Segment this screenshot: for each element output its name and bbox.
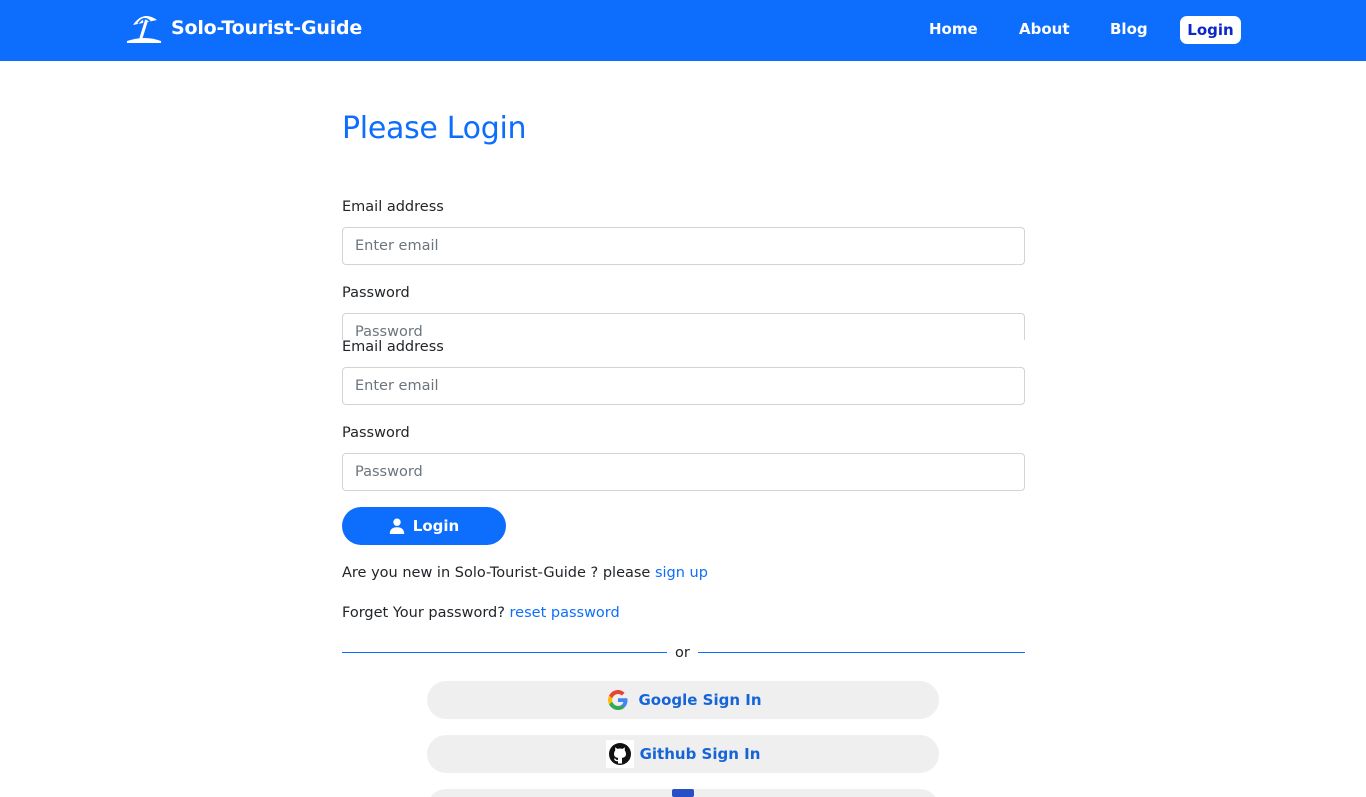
google-icon [608, 690, 628, 710]
ghost-password-label: Password [342, 285, 410, 301]
brand-name: Solo-Tourist-Guide [171, 17, 363, 39]
nav-home-link[interactable]: Home [929, 20, 978, 38]
ghost-password-input[interactable] [342, 313, 1025, 340]
reset-password-link[interactable]: reset password [510, 605, 620, 621]
password-label: Password [342, 425, 410, 441]
email-label: Email address [342, 339, 444, 355]
third-sign-in-button[interactable] [427, 789, 939, 797]
ghost-email-input[interactable] [342, 227, 1025, 265]
reset-prompt: Forget Your password? reset password [342, 605, 620, 621]
email-input[interactable] [342, 367, 1025, 405]
login-button[interactable]: Login [342, 507, 506, 545]
divider-left [342, 652, 667, 653]
reset-prompt-text: Forget Your password? [342, 605, 510, 621]
password-input[interactable] [342, 453, 1025, 491]
github-sign-in-button[interactable]: Github Sign In [427, 735, 939, 773]
nav-blog-link[interactable]: Blog [1110, 20, 1148, 38]
google-sign-in-button[interactable]: Google Sign In [427, 681, 939, 719]
signup-prompt-text: Are you new in Solo-Tourist-Guide ? plea… [342, 565, 655, 581]
nav-login-link[interactable]: Login [1180, 16, 1241, 44]
beach-umbrella-icon [127, 16, 161, 43]
top-navbar: Solo-Tourist-Guide Home About Blog Login [0, 0, 1366, 61]
divider-right [698, 652, 1025, 653]
divider-text: or [675, 645, 690, 661]
github-sign-in-label: Github Sign In [639, 745, 761, 763]
nav-about-link[interactable]: About [1019, 20, 1070, 38]
signup-prompt: Are you new in Solo-Tourist-Guide ? plea… [342, 565, 708, 581]
signup-link[interactable]: sign up [655, 565, 708, 581]
brand-link[interactable]: Solo-Tourist-Guide [125, 12, 362, 44]
github-icon [605, 740, 634, 768]
third-sign-in-icon [672, 789, 694, 797]
page-title: Please Login [342, 111, 527, 146]
ghost-email-label: Email address [342, 199, 444, 215]
user-icon [389, 518, 404, 534]
login-button-label: Login [412, 517, 460, 535]
ghost-password-clip [342, 313, 1025, 340]
google-sign-in-label: Google Sign In [638, 691, 762, 709]
